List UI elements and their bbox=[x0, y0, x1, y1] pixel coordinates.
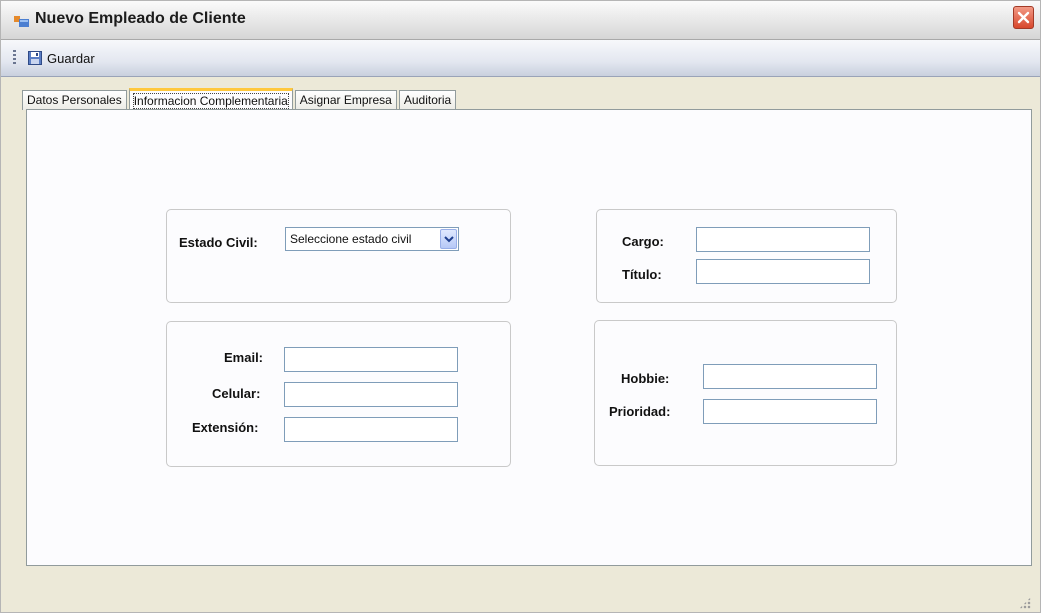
tab-auditoria[interactable]: Auditoria bbox=[398, 90, 457, 110]
tab-asignar-empresa[interactable]: Asignar Empresa bbox=[294, 90, 397, 110]
chevron-down-icon bbox=[444, 236, 454, 243]
dropdown-button[interactable] bbox=[440, 229, 457, 249]
floppy-disk-icon bbox=[28, 51, 42, 65]
estado-civil-label: Estado Civil: bbox=[179, 235, 258, 250]
group-cargo-titulo: Cargo: Título: bbox=[596, 209, 897, 303]
group-estado-civil: Estado Civil: Seleccione estado civil bbox=[166, 209, 511, 303]
tab-datos-personales[interactable]: Datos Personales bbox=[22, 90, 127, 110]
tab-label: Informacion Complementaria bbox=[132, 93, 289, 109]
save-button[interactable]: Guardar bbox=[24, 47, 99, 69]
cargo-label: Cargo: bbox=[622, 234, 664, 249]
group-hobbie-prioridad: Hobbie: Prioridad: bbox=[594, 320, 897, 466]
tab-informacion-complementaria[interactable]: Informacion Complementaria bbox=[128, 88, 293, 111]
window-title: Nuevo Empleado de Cliente bbox=[35, 10, 246, 27]
group-contacto: Email: Celular: Extensión: bbox=[166, 321, 511, 467]
save-label: Guardar bbox=[47, 50, 95, 66]
titulo-field[interactable] bbox=[696, 259, 870, 284]
extension-field[interactable] bbox=[284, 417, 458, 442]
tab-label: Auditoria bbox=[403, 93, 452, 107]
email-field[interactable] bbox=[284, 347, 458, 372]
title-bar[interactable]: Nuevo Empleado de Cliente bbox=[1, 1, 1040, 40]
email-label: Email: bbox=[224, 350, 264, 365]
close-icon bbox=[1017, 11, 1030, 24]
toolbar-grip[interactable] bbox=[13, 50, 16, 66]
app-window: Nuevo Empleado de Cliente Guardar Datos … bbox=[0, 0, 1041, 613]
prioridad-label: Prioridad: bbox=[609, 404, 671, 419]
hobbie-field[interactable] bbox=[703, 364, 877, 389]
toolbar: Guardar bbox=[1, 40, 1040, 77]
tab-panel: Estado Civil: Seleccione estado civil Ca… bbox=[26, 109, 1032, 566]
celular-field[interactable] bbox=[284, 382, 458, 407]
estado-civil-select[interactable]: Seleccione estado civil bbox=[285, 227, 459, 251]
extension-label: Extensión: bbox=[192, 420, 259, 435]
app-icon bbox=[14, 16, 29, 27]
celular-label: Celular: bbox=[212, 386, 261, 401]
cargo-field[interactable] bbox=[696, 227, 870, 252]
status-area bbox=[7, 567, 1035, 613]
estado-civil-value: Seleccione estado civil bbox=[290, 232, 412, 246]
tab-label: Asignar Empresa bbox=[299, 93, 392, 107]
tab-strip: Datos Personales Informacion Complementa… bbox=[22, 87, 458, 111]
prioridad-field[interactable] bbox=[703, 399, 877, 424]
tab-label: Datos Personales bbox=[27, 93, 122, 107]
hobbie-label: Hobbie: bbox=[621, 371, 670, 386]
close-button[interactable] bbox=[1013, 6, 1034, 29]
titulo-label: Título: bbox=[622, 267, 662, 282]
resize-grip-icon[interactable] bbox=[1019, 597, 1031, 609]
